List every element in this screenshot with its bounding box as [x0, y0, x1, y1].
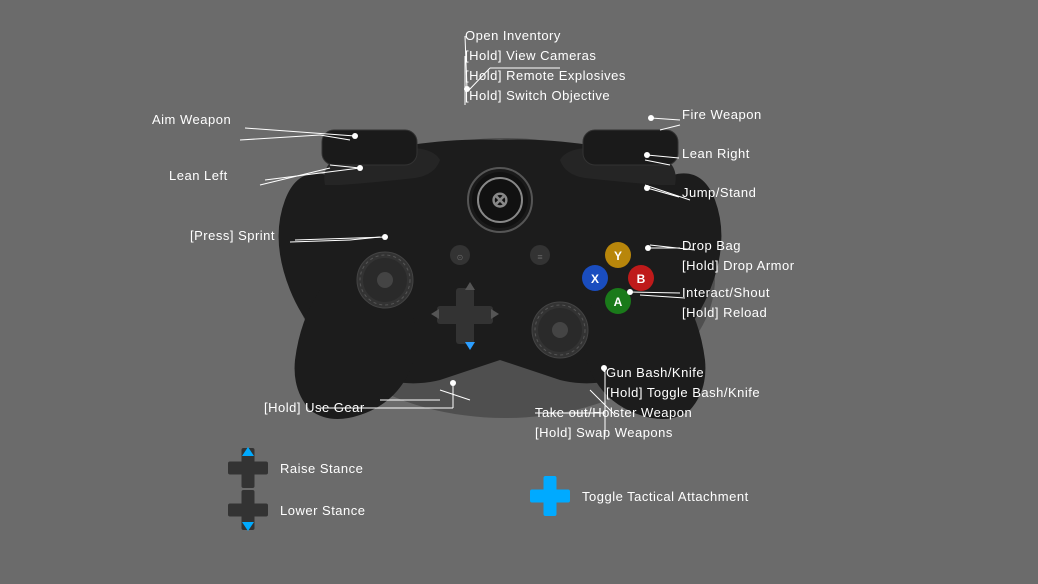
hold-swap-weapons-label: [Hold] Swap Weapons [535, 425, 673, 440]
hold-view-cameras-label: [Hold] View Cameras [465, 48, 596, 63]
lean-left-label: Lean Left [169, 168, 228, 183]
raise-stance-label: Raise Stance [280, 461, 363, 476]
lower-stance-legend: Lower Stance [228, 490, 366, 530]
press-sprint-label: [Press] Sprint [190, 228, 275, 243]
open-inventory-label: Open Inventory [465, 28, 561, 43]
hold-toggle-bash-label: [Hold] Toggle Bash/Knife [606, 385, 760, 400]
hold-reload-label: [Hold] Reload [682, 305, 767, 320]
aim-weapon-label: Aim Weapon [152, 112, 231, 127]
hold-remote-explosives-label: [Hold] Remote Explosives [465, 68, 626, 83]
toggle-tactical-legend: Toggle Tactical Attachment [530, 476, 749, 516]
toggle-tactical-label: Toggle Tactical Attachment [582, 489, 749, 504]
hold-switch-objective-label: [Hold] Switch Objective [465, 88, 610, 103]
svg-text:A: A [614, 295, 623, 309]
lower-stance-label: Lower Stance [280, 503, 366, 518]
interact-shout-label: Interact/Shout [682, 285, 770, 300]
take-out-holster-label: Take out/Holster Weapon [535, 405, 692, 420]
jump-stand-label: Jump/Stand [682, 185, 756, 200]
svg-text:⊙: ⊙ [457, 253, 464, 262]
drop-bag-label: Drop Bag [682, 238, 741, 253]
svg-text:B: B [637, 272, 646, 286]
svg-text:≡: ≡ [537, 252, 542, 262]
fire-weapon-label: Fire Weapon [682, 107, 762, 122]
hold-use-gear-label: [Hold] Use Gear [264, 400, 365, 415]
gun-bash-knife-label: Gun Bash/Knife [606, 365, 704, 380]
svg-text:Y: Y [614, 249, 622, 263]
raise-stance-legend: Raise Stance [228, 448, 363, 488]
lean-right-label: Lean Right [682, 146, 750, 161]
svg-text:X: X [591, 272, 599, 286]
svg-text:⊗: ⊗ [491, 187, 509, 212]
hold-drop-armor-label: [Hold] Drop Armor [682, 258, 795, 273]
